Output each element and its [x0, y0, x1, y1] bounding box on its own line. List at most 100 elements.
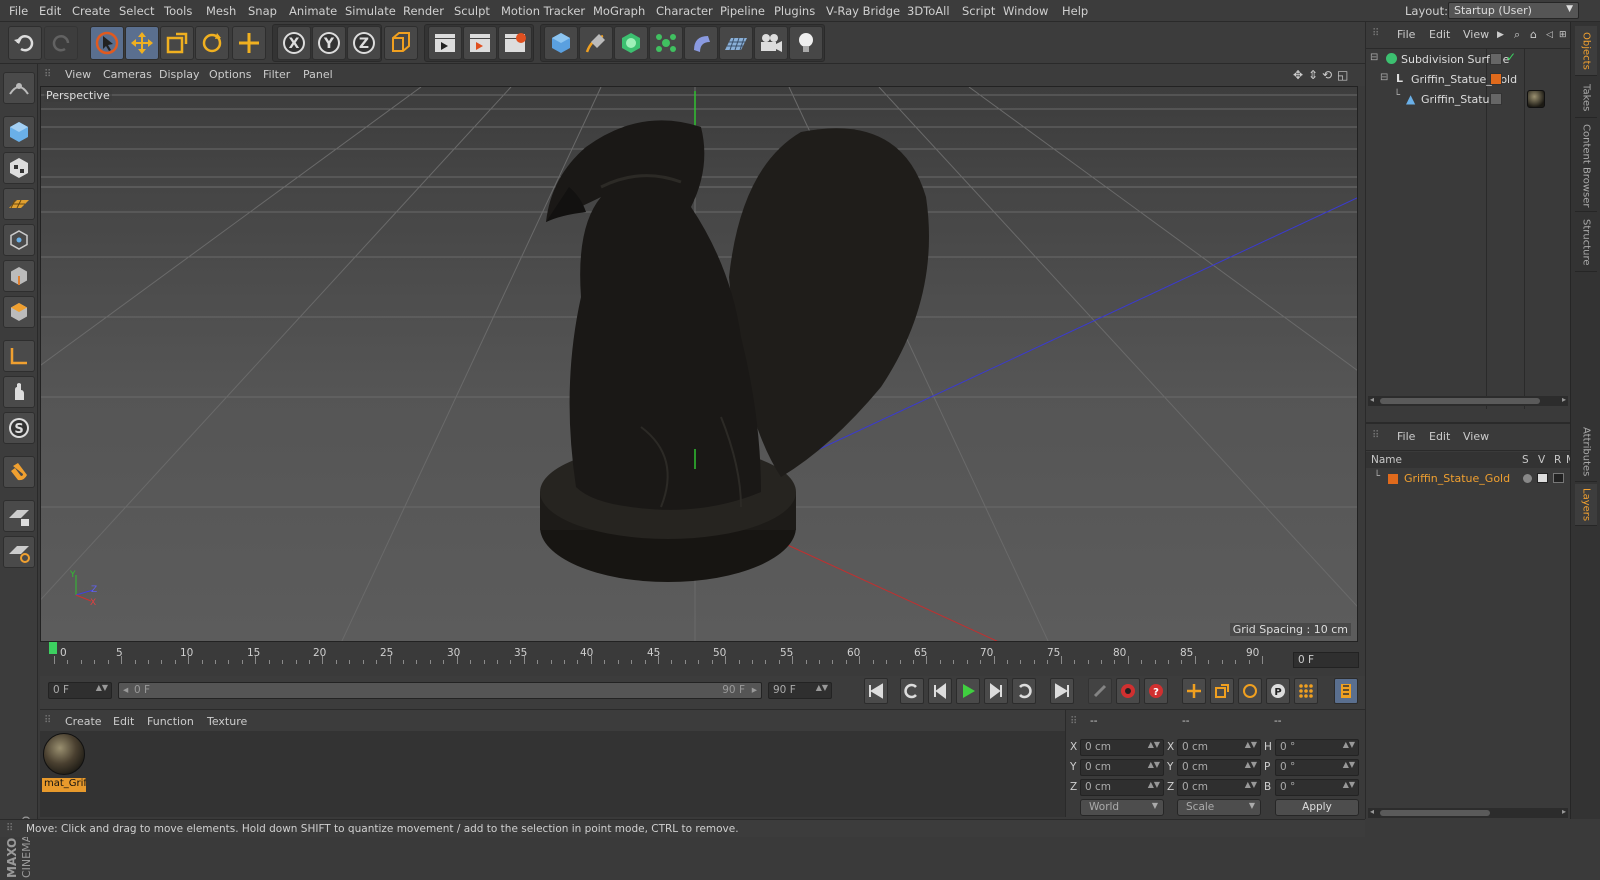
tweak-mode-button[interactable]: [3, 376, 35, 408]
scroll-left-arrow[interactable]: ◂: [1370, 395, 1374, 404]
record-keys-button[interactable]: [1088, 678, 1112, 704]
scroll-left-arrow[interactable]: ◂: [1370, 807, 1374, 816]
timeline-ruler[interactable]: 0 5 10 15 20 25 30 35 40 45 50 55 60 65 …: [40, 642, 1365, 666]
menu-pipeline[interactable]: Pipeline: [720, 4, 765, 18]
render-clapper-icon[interactable]: [1553, 473, 1564, 483]
autokey-button[interactable]: ?: [1144, 678, 1168, 704]
viewport-menu-display[interactable]: Display: [159, 68, 200, 81]
menu-animate[interactable]: Animate: [289, 4, 337, 18]
move-tool-button[interactable]: [125, 26, 159, 60]
menu-motion-tracker[interactable]: Motion Tracker: [501, 4, 585, 18]
key-parameter-button[interactable]: P: [1266, 678, 1290, 704]
rotate-tool-button[interactable]: [195, 26, 229, 60]
viewport-camera-label[interactable]: Perspective: [44, 89, 112, 102]
menu-script[interactable]: Script: [962, 4, 995, 18]
tab-objects[interactable]: Objects: [1575, 26, 1597, 76]
play-button[interactable]: [956, 678, 980, 704]
viewport-pan-icon[interactable]: ✥: [1293, 68, 1303, 82]
model-mode-button[interactable]: [3, 116, 35, 148]
x-axis-button[interactable]: X: [277, 26, 311, 60]
axis-mode-button[interactable]: [3, 340, 35, 372]
material-menu-texture[interactable]: Texture: [207, 715, 247, 728]
viewport-maximize-icon[interactable]: ◱: [1337, 68, 1348, 82]
material-menu-function[interactable]: Function: [147, 715, 194, 728]
rotation-h-field[interactable]: 0 ° ▲▼: [1275, 739, 1359, 756]
live-selection-button[interactable]: [90, 26, 124, 60]
make-editable-button[interactable]: [3, 72, 35, 104]
key-position-button[interactable]: [1182, 678, 1206, 704]
size-mode-select[interactable]: Scale ▼: [1177, 799, 1261, 816]
render-view-button[interactable]: [428, 26, 462, 60]
menu-vray-bridge[interactable]: V-Ray Bridge: [826, 4, 900, 18]
menu-file[interactable]: File: [9, 4, 28, 18]
layer-color-swatch[interactable]: [1388, 474, 1398, 484]
tab-takes[interactable]: Takes: [1575, 78, 1597, 118]
menu-arrow-icon[interactable]: ▶: [1497, 30, 1504, 40]
position-x-field[interactable]: 0 cm ▲▼: [1080, 739, 1164, 756]
array-button[interactable]: [649, 26, 683, 60]
size-z-field[interactable]: 0 cm ▲▼: [1177, 779, 1261, 796]
menu-3dtoall[interactable]: 3DToAll: [907, 4, 950, 18]
object-row-griffin-statue-gold[interactable]: ⊟ L Griffin_Statue_Gold: [1366, 69, 1571, 89]
rotation-b-field[interactable]: 0 ° ▲▼: [1275, 779, 1359, 796]
snap-button[interactable]: [3, 456, 35, 488]
menu-select[interactable]: Select: [119, 4, 154, 18]
menu-tools[interactable]: Tools: [164, 4, 192, 18]
tab-structure[interactable]: Structure: [1575, 214, 1597, 272]
coordinate-space-select[interactable]: World ▼: [1080, 799, 1164, 816]
pen-spline-button[interactable]: [579, 26, 613, 60]
edges-mode-button[interactable]: [3, 260, 35, 292]
position-y-field[interactable]: 0 cm ▲▼: [1080, 759, 1164, 776]
viewport-menu-options[interactable]: Options: [209, 68, 251, 81]
rotation-p-field[interactable]: 0 ° ▲▼: [1275, 759, 1359, 776]
material-name-label[interactable]: mat_Griffin: [42, 778, 86, 792]
cube-object-button[interactable]: [544, 26, 578, 60]
recent-tool-button[interactable]: [232, 26, 266, 60]
position-z-field[interactable]: 0 cm ▲▼: [1080, 779, 1164, 796]
go-to-end-button[interactable]: [1050, 678, 1074, 704]
workplane-mode-button[interactable]: [3, 188, 35, 220]
floor-button[interactable]: [719, 26, 753, 60]
objects-menu-edit[interactable]: Edit: [1429, 28, 1450, 41]
timeline-window-button[interactable]: [1334, 678, 1358, 704]
viewport-dolly-icon[interactable]: ⇕: [1308, 68, 1318, 82]
layer-row[interactable]: └ Griffin_Statue_Gold: [1366, 470, 1571, 488]
home-icon[interactable]: ⌂: [1530, 28, 1537, 41]
checkmark-icon[interactable]: ✓: [1506, 50, 1516, 64]
objects-menu-file[interactable]: File: [1397, 28, 1415, 41]
menu-window[interactable]: Window: [1003, 4, 1048, 18]
key-rotation-button[interactable]: [1238, 678, 1262, 704]
search-icon[interactable]: ⌕: [1514, 28, 1520, 42]
key-pla-button[interactable]: [1294, 678, 1318, 704]
redo-button[interactable]: [44, 26, 78, 60]
tab-attributes[interactable]: Attributes: [1575, 422, 1597, 482]
deformer-button[interactable]: [684, 26, 718, 60]
subdivision-surface-button[interactable]: [614, 26, 648, 60]
texture-mode-button[interactable]: [3, 152, 35, 184]
key-scale-button[interactable]: [1210, 678, 1234, 704]
tree-toggle-icon[interactable]: ⊟: [1370, 52, 1378, 63]
menu-help[interactable]: Help: [1062, 4, 1088, 18]
column-name[interactable]: Name: [1371, 454, 1402, 466]
size-y-field[interactable]: 0 cm ▲▼: [1177, 759, 1261, 776]
object-row-subdivision-surface[interactable]: ⊟ Subdivision Surface ✓: [1366, 49, 1571, 69]
viewport-menu-view[interactable]: View: [65, 68, 91, 81]
scrollbar-thumb[interactable]: [1380, 398, 1540, 404]
render-picture-viewer-button[interactable]: [463, 26, 497, 60]
object-row-griffin-statue[interactable]: └ ▲ Griffin_Statue: [1366, 89, 1571, 109]
apply-button[interactable]: Apply: [1275, 799, 1359, 816]
next-frame-button[interactable]: [984, 678, 1008, 704]
perspective-viewport[interactable]: Y Z X Perspective Grid Spacing : 10 cm: [40, 86, 1358, 642]
viewport-menu-cameras[interactable]: Cameras: [103, 68, 152, 81]
material-menu-edit[interactable]: Edit: [113, 715, 134, 728]
back-icon[interactable]: ◁: [1546, 30, 1553, 40]
viewport-menu-panel[interactable]: Panel: [303, 68, 333, 81]
column-visible[interactable]: V: [1538, 454, 1545, 466]
material-preview-thumbnail[interactable]: [43, 733, 85, 775]
camera-button[interactable]: [754, 26, 788, 60]
tree-toggle-icon[interactable]: ⊟: [1380, 72, 1388, 83]
menu-simulate[interactable]: Simulate: [345, 4, 396, 18]
column-solo[interactable]: S: [1522, 454, 1529, 466]
edit-tag-icon[interactable]: [1490, 93, 1502, 105]
min-time-field[interactable]: 0 F ▲▼: [48, 682, 112, 699]
